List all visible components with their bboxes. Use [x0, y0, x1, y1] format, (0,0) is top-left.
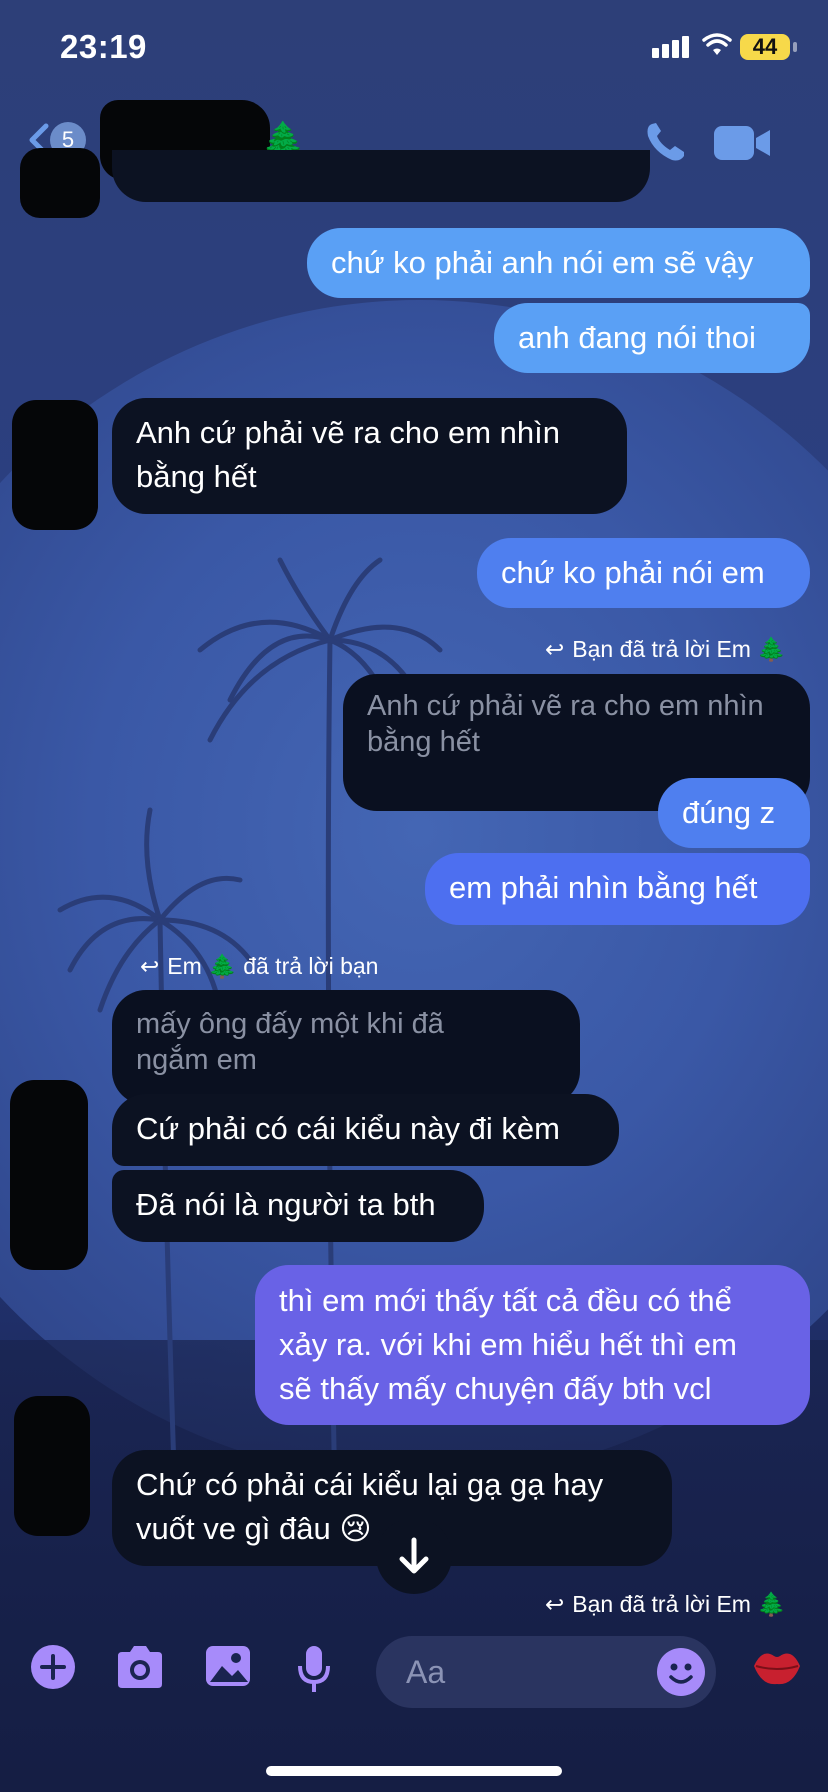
- message-text-line: Anh cứ phải vẽ ra cho em nhìn: [136, 415, 560, 450]
- incoming-message[interactable]: Cứ phải có cái kiểu này đi kèm: [112, 1094, 619, 1166]
- status-time: 23:19: [60, 28, 147, 65]
- quoted-text-line: Anh cứ phải vẽ ra cho em nhìn: [367, 690, 764, 722]
- outgoing-message[interactable]: chứ ko phải anh nói em sẽ vậy: [307, 228, 810, 298]
- camera-icon[interactable]: [114, 1644, 166, 1690]
- reply-label-text: Bạn đã trả lời Em 🌲: [572, 636, 786, 662]
- battery-indicator: 44: [740, 34, 790, 60]
- reply-indicator: ↩ Bạn đã trả lời Em 🌲: [545, 1591, 786, 1618]
- redacted-avatar: [20, 148, 100, 218]
- message-text-line: xảy ra. với khi em hiểu hết thì em: [279, 1327, 737, 1362]
- incoming-message[interactable]: Anh cứ phải vẽ ra cho em nhìn bằng hết: [112, 398, 627, 514]
- message-text: đúng z: [682, 795, 776, 830]
- incoming-message[interactable]: Đã nói là người ta bth: [112, 1170, 484, 1242]
- message-text: em phải nhìn bằng hết: [449, 870, 758, 905]
- image-icon[interactable]: [204, 1644, 252, 1690]
- message-text-line: thì em mới thấy tất cả đều có thể: [279, 1283, 732, 1318]
- reply-label-text: Em 🌲 đã trả lời bạn: [167, 953, 379, 979]
- reply-indicator: ↩ Bạn đã trả lời Em 🌲: [545, 636, 786, 663]
- arrow-down-icon: [399, 1537, 429, 1574]
- outgoing-message[interactable]: thì em mới thấy tất cả đều có thể xảy ra…: [255, 1265, 810, 1425]
- redacted-sender-avatar: [10, 1080, 88, 1270]
- reply-indicator: ↩ Em 🌲 đã trả lời bạn: [140, 953, 378, 980]
- reply-arrow-icon: ↩: [544, 1591, 565, 1617]
- quoted-text-line: mấy ông đấy một khi đã: [136, 1008, 444, 1040]
- outgoing-message[interactable]: chứ ko phải nói em: [477, 538, 810, 608]
- message-text-line: Chứ có phải cái kiểu lại gạ gạ hay: [136, 1467, 604, 1502]
- smiley-icon[interactable]: [657, 1648, 705, 1696]
- message-text: anh đang nói thoi: [518, 320, 756, 355]
- message-text-line: sẽ thấy mấy chuyện đấy bth vcl: [279, 1371, 712, 1406]
- redacted-sender-avatar: [14, 1396, 90, 1536]
- cellular-signal-icon: [652, 36, 692, 58]
- message-composer: Aa: [0, 1620, 828, 1720]
- lips-kiss-icon[interactable]: [752, 1646, 802, 1688]
- message-text-line: bằng hết: [136, 459, 257, 494]
- message-text: Đã nói là người ta bth: [136, 1187, 436, 1222]
- wifi-icon: [702, 33, 732, 55]
- status-bar: 23:19 44: [0, 0, 828, 100]
- video-camera-icon[interactable]: [712, 122, 774, 164]
- reply-label-text: Bạn đã trả lời Em 🌲: [572, 1591, 786, 1617]
- home-indicator: [266, 1766, 562, 1776]
- outgoing-message[interactable]: em phải nhìn bằng hết: [425, 853, 810, 925]
- battery-nub: [793, 42, 797, 52]
- outgoing-message[interactable]: anh đang nói thoi: [494, 303, 810, 373]
- microphone-icon[interactable]: [296, 1644, 332, 1694]
- outgoing-message[interactable]: đúng z: [658, 778, 810, 848]
- message-text: Cứ phải có cái kiểu này đi kèm: [136, 1111, 560, 1146]
- message-text: chứ ko phải nói em: [501, 555, 765, 590]
- plus-circle-icon[interactable]: [30, 1644, 76, 1690]
- reply-arrow-icon: ↩: [544, 636, 565, 662]
- incoming-bubble-partial: [112, 150, 650, 202]
- quoted-text-line: bằng hết: [367, 726, 480, 758]
- scroll-to-bottom-button[interactable]: [376, 1518, 452, 1594]
- reply-arrow-icon: ↩: [140, 953, 160, 979]
- message-text: chứ ko phải anh nói em sẽ vậy: [331, 245, 754, 280]
- quoted-text-line: ngắm em: [136, 1044, 257, 1076]
- redacted-sender-avatar: [12, 400, 98, 530]
- quoted-message[interactable]: mấy ông đấy một khi đã ngắm em: [112, 990, 580, 1105]
